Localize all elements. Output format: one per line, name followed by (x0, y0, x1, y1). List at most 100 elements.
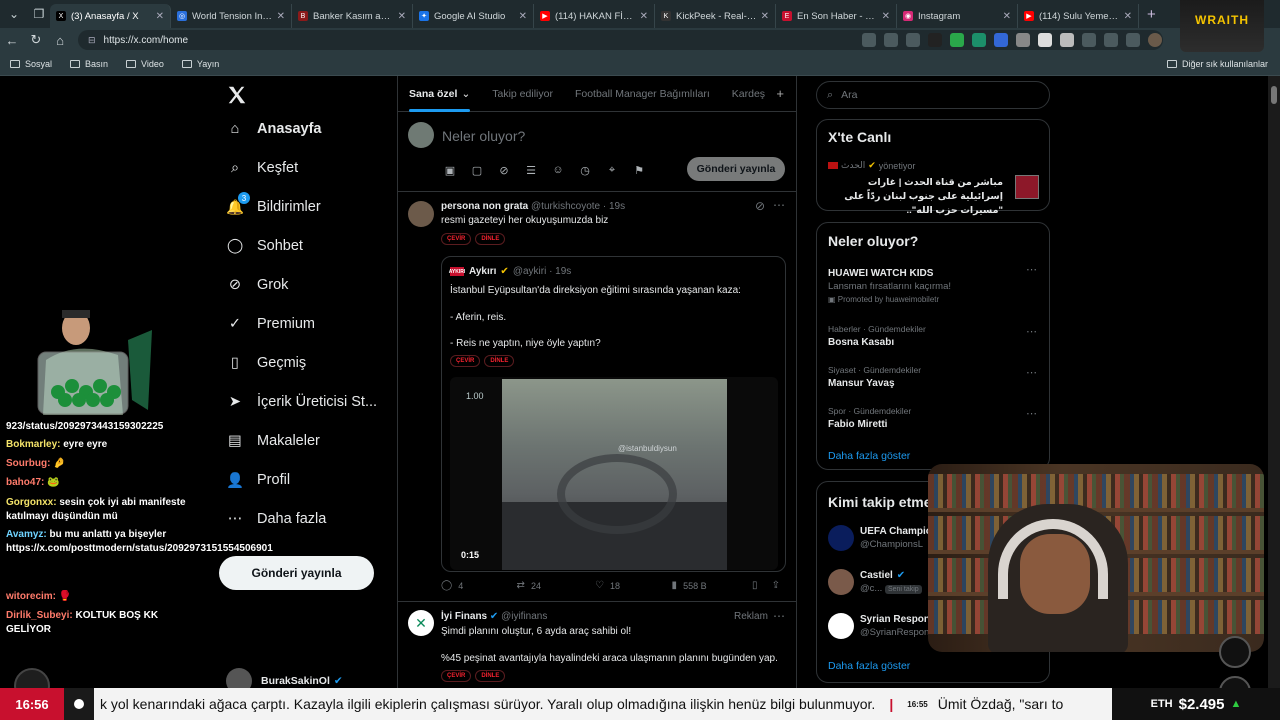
close-icon[interactable]: ✕ (156, 11, 164, 22)
close-icon[interactable]: ✕ (277, 11, 285, 22)
browser-tab[interactable]: B Banker Kasım aydınlat ✕ (292, 4, 413, 28)
author-name[interactable]: İyi Finans (441, 611, 487, 622)
nav-item-rocket[interactable]: ➤ İçerik Üreticisi St... (226, 393, 377, 411)
grok-icon[interactable]: ⊘ (755, 199, 766, 213)
close-icon[interactable]: ✕ (1003, 11, 1011, 22)
avatar[interactable] (408, 201, 434, 227)
trend-item[interactable]: HUAWEI WATCH KIDS Lansman fırsatlarını k… (828, 265, 951, 304)
nav-item-home[interactable]: ⌂ Anasayfa (226, 120, 322, 138)
nav-item-verified[interactable]: ✓ Premium (226, 315, 315, 333)
nav-item-bell[interactable]: 🔔 3 Bildirimler (226, 192, 321, 216)
share-button[interactable]: ⇪ (772, 580, 786, 591)
repost-button[interactable]: ⇄ 24 (517, 580, 595, 591)
browser-tab[interactable]: K KickPeek - Real-time U ✕ (655, 4, 776, 28)
extension-icon[interactable] (972, 33, 986, 47)
browser-tab[interactable]: ▶ (114) Sulu Yemekler de ✕ (1018, 4, 1139, 28)
like-button[interactable]: ♡ 18 (595, 580, 672, 591)
bookmark-folder[interactable]: Video (126, 59, 164, 69)
live-text[interactable]: مباشر من قناة الحدث | غارات إسرائيلية عل… (828, 176, 1003, 218)
tweet[interactable]: persona non grata @turkishcoyote · 19s ⊘… (398, 193, 796, 604)
grok-icon[interactable]: ⊘ (496, 162, 512, 178)
extension-icon[interactable] (884, 33, 898, 47)
iyi-finans-logo[interactable]: ✕ (408, 610, 434, 636)
emoji-icon[interactable]: ☺ (550, 162, 566, 178)
extension-icon[interactable] (928, 33, 942, 47)
bookmark-button[interactable]: ▯ (752, 580, 772, 591)
tab-menu-icon[interactable]: ⌄ (3, 3, 25, 25)
extension-icon[interactable] (862, 33, 876, 47)
close-icon[interactable]: ✕ (1124, 11, 1132, 22)
x-logo-icon[interactable] (226, 84, 248, 106)
extension-icon[interactable] (1060, 33, 1074, 47)
browser-tab[interactable]: ◉ Instagram ✕ (897, 4, 1018, 28)
post-button[interactable]: Gönderi yayınla (219, 556, 374, 590)
more-icon[interactable]: ⋯ (773, 609, 786, 623)
nav-item-bookmark[interactable]: ▯ Geçmiş (226, 354, 306, 372)
listen-pill[interactable]: DİNLE (475, 233, 506, 245)
sidebar-icon[interactable] (1082, 33, 1096, 47)
poll-icon[interactable]: ☰ (523, 162, 539, 178)
playback-speed[interactable]: 1.00 (466, 391, 484, 401)
feed-tab[interactable]: Sana özel ⌄ (409, 76, 471, 112)
gif-icon[interactable]: ▢ (469, 162, 485, 178)
more-icon[interactable]: ⋯ (1026, 325, 1037, 338)
account-switcher[interactable]: BurakSakinOl ✔ (226, 668, 343, 688)
flag-icon[interactable]: ⚑ (631, 162, 647, 178)
search-input[interactable]: ⌕ Ara (816, 81, 1050, 109)
live-manager[interactable]: الحدث ✔ yönetiyor (828, 160, 915, 171)
more-icon[interactable]: ⋯ (1026, 263, 1037, 276)
close-icon[interactable]: ✕ (519, 11, 527, 22)
trend-item[interactable]: Spor · Gündemdekiler Fabio Miretti (828, 406, 911, 430)
video-player[interactable]: @istanbuldiysun 1.00 0:15 (450, 377, 778, 570)
favorites-icon[interactable] (1104, 33, 1118, 47)
nav-item-more[interactable]: ⋯ Daha fazla (226, 510, 327, 528)
quote-author-handle[interactable]: @aykiri · 19s (513, 266, 572, 277)
extension-icon[interactable] (1016, 33, 1030, 47)
reload-button[interactable]: ↻ (24, 32, 48, 48)
more-icon[interactable]: ⋯ (1026, 407, 1037, 420)
live-thumbnail[interactable] (1015, 175, 1039, 199)
browser-tab[interactable]: ✦ Google AI Studio ✕ (413, 4, 534, 28)
close-icon[interactable]: ✕ (882, 11, 890, 22)
browser-tab[interactable]: E En Son Haber - Haberle ✕ (776, 4, 897, 28)
tab-overview-icon[interactable]: ❐ (28, 3, 50, 25)
close-icon[interactable]: ✕ (640, 11, 648, 22)
extension-icon[interactable] (1038, 33, 1052, 47)
reply-button[interactable]: ◯ 4 (441, 580, 517, 591)
nav-item-chat[interactable]: ◯ Sohbet (226, 237, 303, 255)
translate-pill[interactable]: ÇEVİR (441, 670, 472, 682)
author-handle[interactable]: @turkishcoyote · 19s (531, 201, 625, 212)
scrollbar-thumb[interactable] (1271, 86, 1277, 104)
extension-icon[interactable] (950, 33, 964, 47)
new-tab-button[interactable]: + (1147, 6, 1156, 23)
follow-suggestion[interactable]: UEFA Champio @ChampionsL (828, 525, 932, 551)
location-icon[interactable]: ⌖ (604, 162, 620, 178)
more-icon[interactable]: ⋯ (1026, 366, 1037, 379)
nav-item-grok[interactable]: ⊘ Grok (226, 276, 289, 294)
show-more-link[interactable]: Daha fazla göster (828, 660, 910, 672)
feed-tab[interactable]: Kardeş (732, 76, 765, 112)
author-handle[interactable]: @iyifinans (501, 611, 547, 622)
site-info-icon[interactable]: ⊟ (88, 35, 96, 46)
downloads-icon[interactable] (1126, 33, 1140, 47)
close-icon[interactable]: ✕ (398, 11, 406, 22)
follow-suggestion[interactable]: Castiel ✔ @c... Seni takip (828, 569, 922, 595)
other-bookmarks[interactable]: Diğer sık kullanılanlar (1166, 59, 1268, 69)
quote-author-name[interactable]: Aykırı (469, 266, 496, 277)
close-icon[interactable]: ✕ (761, 11, 769, 22)
browser-tab[interactable]: ▶ (114) HAKAN FİDAN M ✕ (534, 4, 655, 28)
compose-post-button[interactable]: Gönderi yayınla (687, 157, 785, 181)
author-name[interactable]: persona non grata (441, 201, 528, 212)
profile-avatar[interactable] (1148, 33, 1162, 47)
browser-tab[interactable]: ◎ World Tension Index — ✕ (171, 4, 292, 28)
trend-item[interactable]: Haberler · Gündemdekiler Bosna Kasabı (828, 324, 926, 348)
quote-tweet[interactable]: AYKIRI Aykırı ✔ @aykiri · 19s İstanbul E… (441, 256, 786, 572)
home-button[interactable]: ⌂ (48, 33, 72, 48)
translate-pill[interactable]: ÇEVİR (441, 233, 472, 245)
star-icon[interactable] (906, 33, 920, 47)
nav-item-profile[interactable]: 👤 Profil (226, 471, 290, 489)
nav-item-search[interactable]: ⌕ Keşfet (226, 159, 298, 177)
nav-item-article[interactable]: ▤ Makaleler (226, 432, 320, 450)
listen-pill[interactable]: DİNLE (475, 670, 506, 682)
more-icon[interactable]: ⋯ (773, 198, 786, 212)
